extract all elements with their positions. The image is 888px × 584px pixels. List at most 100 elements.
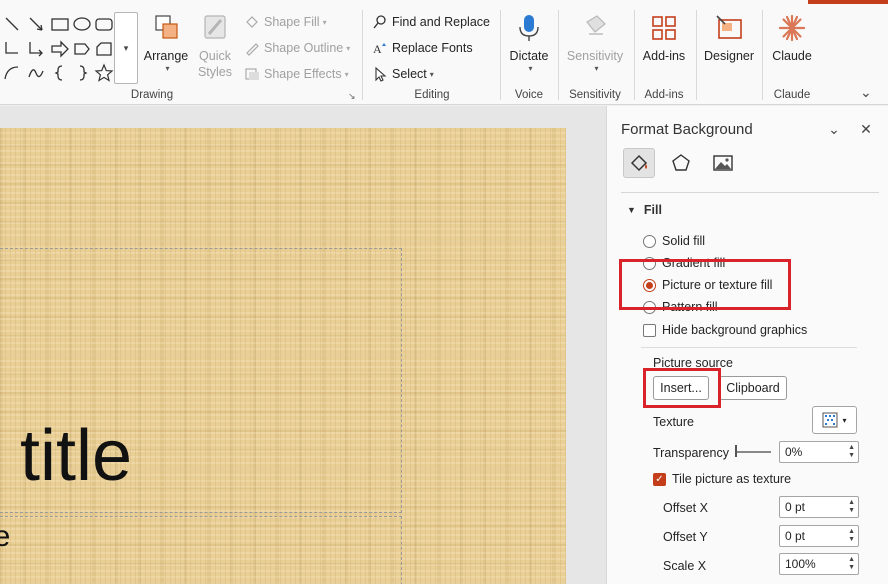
transparency-slider-thumb[interactable] xyxy=(735,445,737,457)
clipboard-button[interactable]: Clipboard xyxy=(719,376,787,400)
slide-canvas[interactable]: d title itle xyxy=(0,128,566,584)
replace-fonts-label: Replace Fonts xyxy=(392,41,473,55)
pentagon-shape-icon[interactable] xyxy=(72,39,92,59)
dictate-button[interactable]: Dictate ▾ xyxy=(506,12,552,73)
chevron-down-icon: ▾ xyxy=(842,415,847,425)
spinner-arrows-icon[interactable]: ▲ ▼ xyxy=(848,556,855,572)
subtitle-placeholder[interactable] xyxy=(0,516,402,584)
offset-y-spinner[interactable]: 0 pt ▲ ▼ xyxy=(779,525,859,547)
fill-section-header[interactable]: ▼ Fill xyxy=(627,203,662,217)
chevron-down-icon: ▾ xyxy=(429,69,434,79)
pentagon-icon xyxy=(672,154,690,171)
hide-background-graphics-label: Hide background graphics xyxy=(662,323,808,337)
replace-fonts-icon: A xyxy=(372,40,388,56)
texture-picker-button[interactable]: ▾ xyxy=(812,406,857,434)
editing-group-label: Editing xyxy=(414,89,450,101)
scale-x-spinner[interactable]: 100% ▲ ▼ xyxy=(779,553,859,575)
checkbox-checked[interactable]: ✓ xyxy=(653,472,666,486)
tab-effects[interactable] xyxy=(665,148,697,178)
star-shape-icon[interactable] xyxy=(94,63,114,83)
arrow-line-shape-icon[interactable] xyxy=(26,14,46,34)
picture-icon xyxy=(713,155,733,171)
sensitivity-group-label: Sensitivity xyxy=(569,89,621,101)
offset-x-spinner[interactable]: 0 pt ▲ ▼ xyxy=(779,496,859,518)
spinner-arrows-icon[interactable]: ▲ ▼ xyxy=(848,499,855,515)
snip-rectangle-shape-icon[interactable] xyxy=(94,39,114,59)
chevron-down-icon: ▾ xyxy=(344,69,349,79)
spinner-arrows-icon[interactable]: ▲ ▼ xyxy=(848,528,855,544)
right-arrow-shape-icon[interactable] xyxy=(50,39,70,59)
tab-picture[interactable] xyxy=(707,148,739,178)
sensitivity-icon xyxy=(586,15,606,35)
shapes-more-button[interactable]: ▾ xyxy=(114,12,138,84)
designer-button[interactable]: Designer xyxy=(702,12,756,64)
select-button[interactable]: Select ▾ xyxy=(372,64,434,84)
close-icon[interactable]: ✕ xyxy=(857,120,875,138)
section-divider xyxy=(641,347,857,348)
transparency-spinner[interactable]: 0% ▲ ▼ xyxy=(779,441,859,463)
transparency-slider-track[interactable] xyxy=(735,451,771,453)
svg-text:A: A xyxy=(373,42,382,56)
pen-icon xyxy=(244,40,260,56)
addins-button[interactable]: Add-ins xyxy=(640,12,688,64)
pane-options-chevron-icon[interactable]: ⌄ xyxy=(825,120,843,138)
addins-grid-icon xyxy=(652,16,676,40)
spinner-arrows-icon[interactable]: ▲ ▼ xyxy=(848,444,855,460)
quick-styles-label: Quick Styles xyxy=(197,49,233,79)
slide-workspace: d title itle xyxy=(0,106,606,584)
arc-shape-icon[interactable] xyxy=(2,63,22,83)
chevron-down-icon: ▾ xyxy=(346,43,351,53)
line-shape-icon[interactable] xyxy=(2,14,22,34)
shape-effects-button[interactable]: Shape Effects ▾ xyxy=(244,64,349,84)
pane-title: Format Background xyxy=(621,121,753,138)
transparency-value[interactable]: 0% xyxy=(785,445,802,459)
checkbox[interactable] xyxy=(643,323,656,337)
find-replace-button[interactable]: Find and Replace xyxy=(372,12,490,32)
dictate-label: Dictate xyxy=(509,49,549,63)
sensitivity-label: Sensitivity xyxy=(566,49,624,63)
paint-bucket-icon xyxy=(630,154,648,172)
radio-button[interactable] xyxy=(643,234,656,248)
shape-outline-button[interactable]: Shape Outline ▾ xyxy=(244,38,350,58)
sensitivity-button[interactable]: Sensitivity ▾ xyxy=(564,12,626,73)
find-replace-label: Find and Replace xyxy=(392,15,490,29)
replace-fonts-button[interactable]: A Replace Fonts xyxy=(372,38,473,58)
rectangle-shape-icon[interactable] xyxy=(50,14,70,34)
slide-subtitle-text[interactable]: itle xyxy=(0,520,10,554)
shapes-gallery[interactable] xyxy=(0,10,114,84)
elbow-arrow-shape-icon[interactable] xyxy=(26,39,46,59)
solid-fill-radio[interactable]: Solid fill xyxy=(643,234,705,248)
group-separator xyxy=(500,10,501,100)
ribbon-top-strip xyxy=(808,0,888,4)
highlight-box-insert xyxy=(643,368,721,408)
rounded-rectangle-shape-icon[interactable] xyxy=(94,14,114,34)
quick-styles-button[interactable]: Quick Styles xyxy=(192,12,238,80)
voice-group-label: Voice xyxy=(514,89,544,101)
search-icon xyxy=(372,14,388,30)
scale-x-value[interactable]: 100% xyxy=(785,557,816,571)
claude-button[interactable]: Claude xyxy=(768,12,816,64)
curve-shape-icon[interactable] xyxy=(26,63,46,83)
offset-y-value[interactable]: 0 pt xyxy=(785,529,805,543)
drawing-dialog-launcher-icon[interactable]: ↘ xyxy=(348,91,356,102)
claude-group-label: Claude xyxy=(773,89,811,101)
slide-title-text[interactable]: d title xyxy=(0,416,132,496)
tile-picture-checkbox[interactable]: ✓ Tile picture as texture xyxy=(653,472,791,486)
shape-fill-label: Shape Fill xyxy=(264,15,320,29)
arrange-button[interactable]: Arrange ▾ xyxy=(144,12,188,73)
paint-bucket-icon xyxy=(244,14,260,30)
hide-background-graphics-checkbox[interactable]: Hide background graphics xyxy=(643,323,807,337)
left-brace-shape-icon[interactable] xyxy=(50,63,70,83)
arrange-icon xyxy=(155,15,178,39)
ribbon-collapse-chevron-icon[interactable]: ⌄ xyxy=(860,84,872,101)
tab-fill[interactable] xyxy=(623,148,655,178)
group-separator xyxy=(634,10,635,100)
pane-divider xyxy=(621,192,879,193)
offset-x-value[interactable]: 0 pt xyxy=(785,500,805,514)
designer-label: Designer xyxy=(703,49,755,63)
right-brace-shape-icon[interactable] xyxy=(72,63,92,83)
shape-fill-button[interactable]: Shape Fill ▾ xyxy=(244,12,327,32)
oval-shape-icon[interactable] xyxy=(72,14,92,34)
group-separator xyxy=(362,10,363,100)
elbow-connector-shape-icon[interactable] xyxy=(2,39,22,59)
